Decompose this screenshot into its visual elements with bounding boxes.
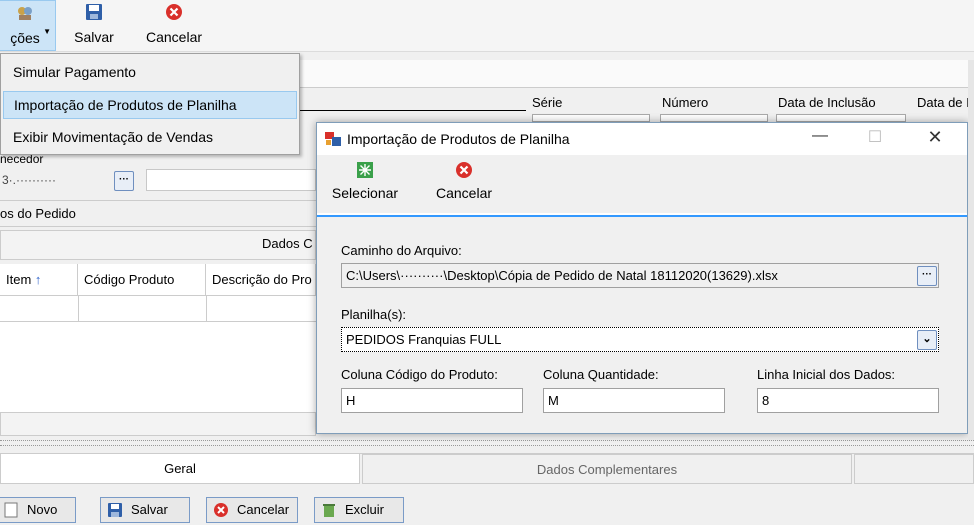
save-icon <box>108 503 122 517</box>
grid-column-item-label: Item <box>6 272 32 287</box>
data-inclusao-label: Data de Inclusão <box>778 95 876 110</box>
dialog-cancel-label: Cancelar <box>435 185 493 201</box>
menu-item-importacao-planilha[interactable]: Importação de Produtos de Planilha <box>3 91 297 119</box>
grid-divider <box>206 296 207 322</box>
file-path-label: Caminho do Arquivo: <box>341 243 462 258</box>
grid-column-codigo[interactable]: Código Produto <box>78 264 206 296</box>
start-row-label: Linha Inicial dos Dados: <box>757 367 896 382</box>
dialog-toolbar: Selecionar Cancelar <box>317 155 967 213</box>
fornecedor-name-field[interactable] <box>146 169 316 191</box>
dados-section-label: Dados C <box>262 236 313 251</box>
delete-label: Excluir <box>345 502 385 517</box>
chevron-down-icon[interactable]: ⌄ <box>917 330 937 350</box>
grid-column-descricao[interactable]: Descrição do Pro <box>206 264 316 296</box>
tab-dados-complementares[interactable]: Dados Complementares <box>362 454 852 484</box>
new-button[interactable]: Novo <box>0 497 76 523</box>
cancel-icon <box>166 4 182 20</box>
fornecedor-value: 3·.·········· <box>2 173 56 187</box>
grid-body <box>0 322 316 412</box>
grid-divider <box>78 296 79 322</box>
file-browse-button[interactable]: ··· <box>917 266 937 286</box>
title-underline <box>296 110 526 111</box>
bottom-tabs: Geral Dados Complementares <box>0 453 974 484</box>
dialog-body: Caminho do Arquivo: C:\Users\··········\… <box>317 215 967 433</box>
bottom-cancel-button[interactable]: Cancelar <box>206 497 298 523</box>
options-menu: Simular Pagamento Importação de Produtos… <box>0 53 300 155</box>
grid-row[interactable] <box>0 296 316 322</box>
grid-footer <box>0 412 316 436</box>
tab-extra[interactable] <box>854 454 974 484</box>
start-row-field[interactable]: 8 <box>757 388 939 413</box>
dropdown-arrow-icon: ▼ <box>43 27 51 36</box>
grid-column-codigo-label: Código Produto <box>84 272 175 287</box>
bottom-save-label: Salvar <box>131 502 168 517</box>
main-toolbar: ções ▼ Salvar Cancelar <box>0 0 974 52</box>
serie-label: Série <box>532 95 563 110</box>
quantity-column-field[interactable]: M <box>543 388 725 413</box>
maximize-icon[interactable]: ☐ <box>860 127 890 151</box>
dialog-title: Importação de Produtos de Planilha <box>347 131 570 147</box>
menu-item-exibir-movimentacao[interactable]: Exibir Movimentação de Vendas <box>3 123 297 151</box>
minimize-icon[interactable]: — <box>805 127 835 151</box>
import-dialog: Importação de Produtos de Planilha — ☐ ✕… <box>316 122 968 434</box>
cancel-button[interactable]: Cancelar <box>138 0 210 52</box>
scrollbar[interactable] <box>968 60 974 440</box>
product-column-label: Coluna Código do Produto: <box>341 367 498 382</box>
cancel-label: Cancelar <box>145 29 203 45</box>
select-file-label: Selecionar <box>331 185 399 201</box>
fornecedor-browse-button[interactable]: ··· <box>114 171 134 191</box>
file-path-field[interactable]: C:\Users\··········\Desktop\Cópia de Ped… <box>341 263 939 288</box>
quantity-column-label: Coluna Quantidade: <box>543 367 659 382</box>
cancel-icon <box>214 503 228 517</box>
select-file-button[interactable]: Selecionar <box>325 155 405 211</box>
delete-button[interactable]: Excluir <box>314 497 404 523</box>
splitter[interactable] <box>0 440 974 446</box>
trash-icon <box>323 504 335 517</box>
numero-label: Número <box>662 95 709 110</box>
dialog-cancel-icon <box>456 162 472 178</box>
new-icon <box>4 502 18 518</box>
options-icon <box>18 7 32 20</box>
tab-geral[interactable]: Geral <box>0 454 360 484</box>
sheets-label: Planilha(s): <box>341 307 407 322</box>
sort-asc-icon: ↑ <box>34 272 42 287</box>
serie-field[interactable] <box>532 114 650 122</box>
new-label: Novo <box>27 502 58 517</box>
bottom-save-button[interactable]: Salvar <box>100 497 190 523</box>
sheet-select[interactable]: PEDIDOS Franquias FULL <box>341 327 939 352</box>
menu-item-simular-pagamento[interactable]: Simular Pagamento <box>3 58 297 86</box>
product-column-field[interactable]: H <box>341 388 523 413</box>
bottom-cancel-label: Cancelar <box>237 502 290 517</box>
save-label: Salvar <box>74 29 114 45</box>
data-inclusao-field[interactable] <box>776 114 906 122</box>
dialog-cancel-button[interactable]: Cancelar <box>427 155 501 211</box>
save-button[interactable]: Salvar <box>68 0 120 52</box>
options-button[interactable]: ções ▼ <box>0 0 56 51</box>
save-icon <box>86 4 102 20</box>
data-other-label: Data de I <box>917 95 970 110</box>
numero-field[interactable] <box>660 114 768 122</box>
dialog-title-bar: Importação de Produtos de Planilha — ☐ ✕ <box>317 123 967 155</box>
select-file-icon <box>357 162 373 178</box>
window-icon <box>325 132 341 146</box>
close-icon[interactable]: ✕ <box>920 127 950 151</box>
grid-column-item[interactable]: Item ↑ <box>0 264 78 296</box>
grid-column-descricao-label: Descrição do Pro <box>212 272 312 287</box>
pedido-section-label: os do Pedido <box>0 206 76 221</box>
